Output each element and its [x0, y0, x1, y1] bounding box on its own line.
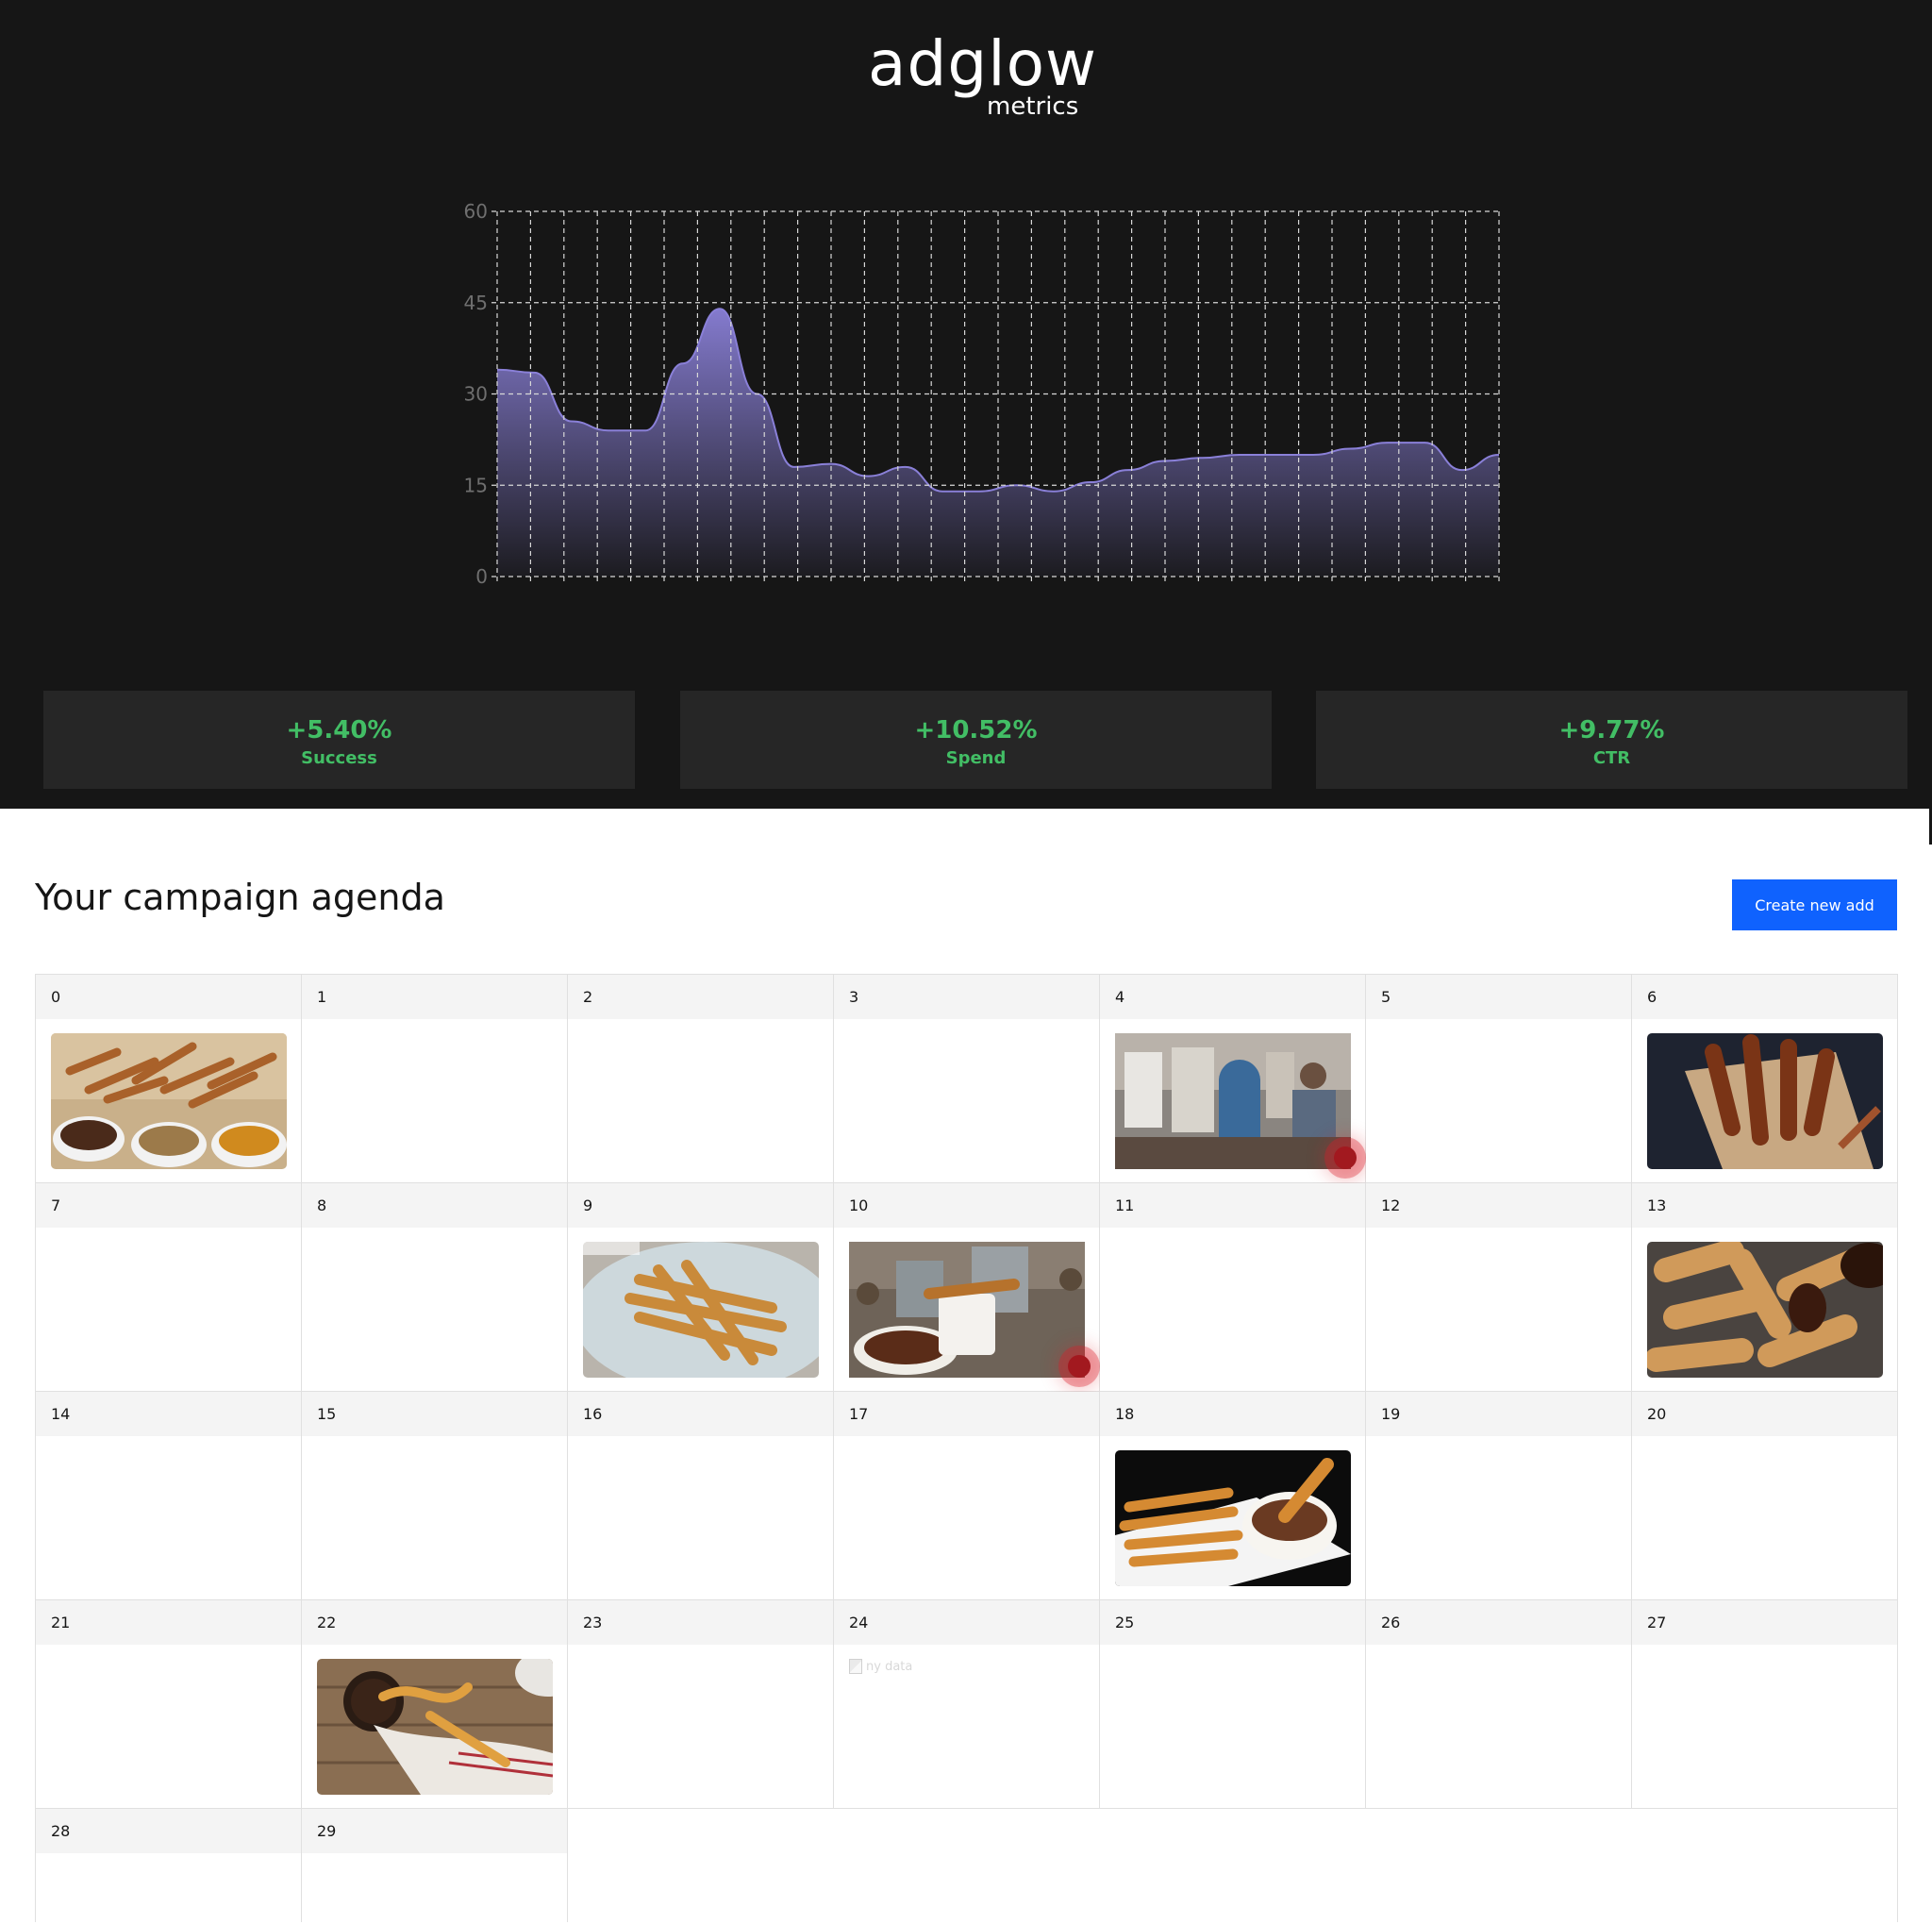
calendar-day-cell[interactable]: 15	[302, 1392, 568, 1600]
calendar-day-number: 12	[1366, 1183, 1631, 1228]
calendar-day-cell[interactable]: 20	[1632, 1392, 1898, 1600]
calendar-empty-area	[568, 1809, 1898, 1922]
calendar-day-cell[interactable]: 10	[834, 1183, 1100, 1392]
calendar-day-number: 0	[36, 975, 301, 1019]
ad-thumbnail-churros-with-cup[interactable]	[1115, 1450, 1351, 1586]
calendar-day-number: 5	[1366, 975, 1631, 1019]
calendar-day-cell[interactable]: 27	[1632, 1600, 1898, 1809]
calendar-day-cell[interactable]: 12	[1366, 1183, 1632, 1392]
calendar-day-cell[interactable]: 19	[1366, 1392, 1632, 1600]
alert-dot-icon[interactable]	[1334, 1146, 1357, 1169]
calendar-day-number: 26	[1366, 1600, 1631, 1645]
calendar-day-cell[interactable]: 6	[1632, 975, 1898, 1183]
ad-thumbnail-churros-on-plate[interactable]	[583, 1242, 819, 1378]
calendar-day-number: 22	[302, 1600, 567, 1645]
kpi-label: Success	[301, 748, 377, 768]
calendar-day-cell[interactable]: 2	[568, 975, 834, 1183]
calendar-day-number: 3	[834, 975, 1099, 1019]
calendar-day-number: 2	[568, 975, 833, 1019]
chart-y-tick-label: 60	[464, 200, 488, 223]
campaign-calendar: 0 1 2 3 4 5 6 7 8 9 10 11 12 13 14 15 16 17 18 19 20 21 22 23 24…	[35, 974, 1898, 1922]
calendar-day-number: 18	[1100, 1392, 1365, 1436]
broken-image[interactable]: ny data	[849, 1659, 912, 1674]
calendar-day-cell[interactable]: 17	[834, 1392, 1100, 1600]
broken-image-icon	[849, 1659, 862, 1674]
kpi-value: +5.40%	[286, 716, 392, 745]
calendar-day-number: 1	[302, 975, 567, 1019]
calendar-day-number: 17	[834, 1392, 1099, 1436]
kpi-card-ctr: +9.77% CTR	[1316, 691, 1907, 789]
calendar-day-cell[interactable]: 1	[302, 975, 568, 1183]
calendar-day-cell[interactable]: 13	[1632, 1183, 1898, 1392]
calendar-day-number: 16	[568, 1392, 833, 1436]
calendar-day-number: 10	[834, 1183, 1099, 1228]
calendar-day-cell[interactable]: 4	[1100, 975, 1366, 1183]
calendar-day-number: 21	[36, 1600, 301, 1645]
chart-y-tick-label: 15	[464, 474, 488, 496]
calendar-day-cell[interactable]: 23	[568, 1600, 834, 1809]
calendar-day-cell[interactable]: 7	[36, 1183, 302, 1392]
ad-thumbnail-churros-mug-on-wood[interactable]	[317, 1659, 553, 1795]
ad-thumbnail-man-in-restaurant[interactable]	[1115, 1033, 1357, 1169]
broken-image-alt: ny data	[866, 1659, 913, 1674]
ad-thumbnail-churros-in-paper-cone[interactable]	[1647, 1033, 1883, 1169]
kpi-label: Spend	[945, 748, 1007, 768]
kpi-card-success: +5.40% Success	[43, 691, 635, 789]
kpi-value: +10.52%	[914, 716, 1038, 745]
calendar-day-cell[interactable]: 9	[568, 1183, 834, 1392]
calendar-day-number: 27	[1632, 1600, 1897, 1645]
calendar-day-cell[interactable]: 29	[302, 1809, 568, 1922]
chart-y-tick-label: 0	[475, 565, 488, 588]
calendar-day-cell[interactable]: 11	[1100, 1183, 1366, 1392]
calendar-day-number: 25	[1100, 1600, 1365, 1645]
calendar-day-cell[interactable]: 5	[1366, 975, 1632, 1183]
kpi-card-spend: +10.52% Spend	[680, 691, 1272, 789]
calendar-day-cell[interactable]: 28	[36, 1809, 302, 1922]
calendar-day-cell[interactable]: 24 ny data	[834, 1600, 1100, 1809]
metrics-header: adglow metrics 0 15 30 45 60 +5.40% Success …	[0, 0, 1932, 809]
calendar-day-number: 6	[1632, 975, 1897, 1019]
page-title: Your campaign agenda	[35, 877, 445, 918]
calendar-day-cell[interactable]: 8	[302, 1183, 568, 1392]
calendar-day-cell[interactable]: 25	[1100, 1600, 1366, 1809]
kpi-label: CTR	[1592, 748, 1631, 768]
adglow-logo: adglow metrics	[868, 27, 1096, 123]
calendar-day-number: 15	[302, 1392, 567, 1436]
calendar-day-number: 23	[568, 1600, 833, 1645]
calendar-day-number: 28	[36, 1809, 301, 1853]
chart-y-tick-label: 30	[464, 383, 488, 406]
calendar-day-cell[interactable]: 18	[1100, 1392, 1366, 1600]
calendar-day-cell[interactable]: 22	[302, 1600, 568, 1809]
calendar-day-number: 24	[834, 1600, 1099, 1645]
calendar-day-number: 4	[1100, 975, 1365, 1019]
metrics-area-chart: 0 15 30 45 60	[464, 200, 1500, 588]
chart-y-tick-label: 45	[464, 292, 488, 314]
logo-tagline: metrics	[987, 92, 1079, 121]
calendar-day-cell[interactable]: 0	[36, 975, 302, 1183]
create-new-ad-button[interactable]: Create new add	[1732, 879, 1897, 930]
calendar-day-number: 14	[36, 1392, 301, 1436]
calendar-day-number: 29	[302, 1809, 567, 1853]
alert-dot-icon[interactable]	[1068, 1355, 1091, 1378]
calendar-day-cell[interactable]: 16	[568, 1392, 834, 1600]
logo-wordmark: adglow	[868, 27, 1097, 100]
calendar-day-number: 9	[568, 1183, 833, 1228]
calendar-day-number: 13	[1632, 1183, 1897, 1228]
kpi-value: +9.77%	[1558, 716, 1665, 745]
calendar-day-number: 7	[36, 1183, 301, 1228]
calendar-day-cell[interactable]: 14	[36, 1392, 302, 1600]
calendar-day-number: 19	[1366, 1392, 1631, 1436]
calendar-day-cell[interactable]: 3	[834, 975, 1100, 1183]
calendar-day-number: 11	[1100, 1183, 1365, 1228]
ad-thumbnail-churros-with-hot-chocolate[interactable]	[849, 1242, 1091, 1378]
ad-thumbnail-churros-with-three-dips[interactable]	[51, 1033, 287, 1169]
ad-thumbnail-churros-closeup-chocolate[interactable]	[1647, 1242, 1883, 1378]
calendar-day-cell[interactable]: 21	[36, 1600, 302, 1809]
calendar-day-cell[interactable]: 26	[1366, 1600, 1632, 1809]
calendar-day-number: 8	[302, 1183, 567, 1228]
calendar-day-number: 20	[1632, 1392, 1897, 1436]
